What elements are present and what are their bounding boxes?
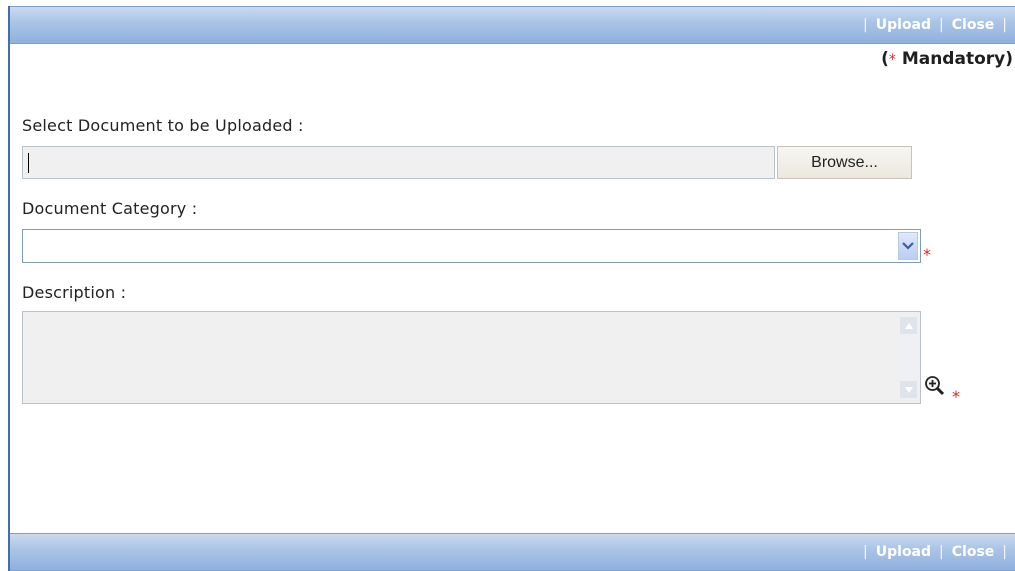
mandatory-open: ( [881, 49, 889, 69]
required-marker: * [923, 245, 931, 264]
top-toolbar-links: | Upload | Close | [855, 7, 1015, 43]
triangle-down-icon[interactable] [900, 381, 917, 398]
chevron-down-icon[interactable] [898, 232, 918, 260]
upload-link[interactable]: Upload [876, 544, 931, 560]
zoom-in-icon[interactable] [924, 375, 948, 397]
separator: | [939, 544, 944, 560]
triangle-up-icon[interactable] [900, 317, 917, 334]
document-label: Select Document to be Uploaded : [22, 116, 304, 135]
mandatory-star: * [888, 52, 896, 68]
browse-button[interactable]: Browse... [777, 146, 912, 179]
mandatory-text: Mandatory) [901, 49, 1013, 69]
separator: | [863, 544, 868, 560]
separator: | [939, 17, 944, 33]
mandatory-note: (* Mandatory) [881, 49, 1013, 69]
document-category-select[interactable] [22, 229, 921, 263]
separator: | [1002, 17, 1007, 33]
category-label: Document Category : [22, 199, 198, 218]
scrollbar[interactable] [899, 314, 918, 401]
text-caret [28, 153, 29, 173]
file-path-input[interactable] [22, 146, 775, 179]
required-marker: * [952, 387, 960, 406]
close-link[interactable]: Close [952, 544, 995, 560]
separator: | [863, 17, 868, 33]
description-textarea[interactable] [22, 311, 921, 404]
bottom-toolbar-links: | Upload | Close | [855, 534, 1015, 570]
upload-dialog: | Upload | Close | (* Mandatory) Select … [8, 6, 1015, 571]
top-toolbar: | Upload | Close | [10, 6, 1015, 44]
separator: | [1002, 544, 1007, 560]
description-label: Description : [22, 283, 127, 302]
close-link[interactable]: Close [952, 17, 995, 33]
upload-link[interactable]: Upload [876, 17, 931, 33]
bottom-toolbar: | Upload | Close | [10, 533, 1015, 571]
